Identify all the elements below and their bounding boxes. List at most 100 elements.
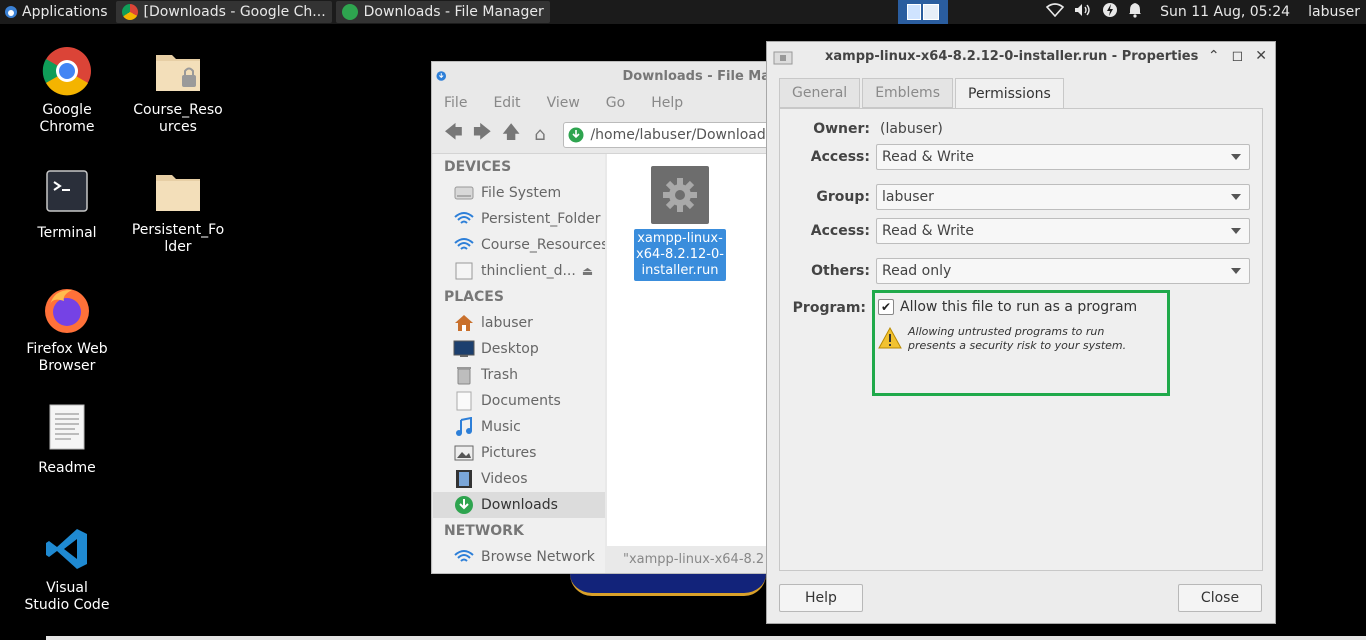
- sidebar-item-videos[interactable]: Videos: [433, 466, 605, 492]
- others-access-dropdown[interactable]: Read only: [876, 258, 1250, 284]
- wifi-icon[interactable]: [1045, 3, 1065, 21]
- user-menu[interactable]: labuser: [1308, 4, 1360, 20]
- properties-dialog[interactable]: xampp-linux-x64-8.2.12-0-installer.run -…: [766, 41, 1276, 624]
- download-icon: [568, 127, 584, 142]
- owner-value: (labuser): [880, 121, 943, 137]
- folder-icon: [153, 166, 203, 216]
- program-exec-checkbox-row[interactable]: ✔ Allow this file to run as a program: [878, 299, 1137, 315]
- applications-menu-button[interactable]: Applications: [0, 0, 112, 24]
- sidebar-item-course-resources[interactable]: Course_Resources: [433, 232, 605, 258]
- sidebar-item-labuser[interactable]: labuser: [433, 310, 605, 336]
- taskbar-item-label: Downloads - File Manager: [363, 4, 544, 20]
- dropdown-arrow-icon: [1231, 268, 1241, 274]
- desktop-icon-readme[interactable]: Readme: [17, 402, 117, 477]
- terminal-icon: [42, 166, 92, 216]
- sidebar-item-pictures[interactable]: Pictures: [433, 440, 605, 466]
- file-view[interactable]: xampp-linux-x64-8.2.12-0-installer.run: [607, 154, 770, 546]
- program-label: Program:: [792, 300, 866, 316]
- menu-bar: File Edit View Go Help: [432, 90, 770, 116]
- pictures-icon: [453, 443, 475, 463]
- warning-icon: [878, 327, 902, 349]
- location-bar[interactable]: /home/labuser/Downloads/: [563, 121, 771, 148]
- system-tray: Sun 11 Aug, 05:24 labuser: [1045, 0, 1366, 24]
- top-panel: Applications [Downloads - Google Ch... D…: [0, 0, 1366, 24]
- close-button[interactable]: Close: [1178, 584, 1262, 612]
- taskbar-item-file-manager[interactable]: Downloads - File Manager: [335, 1, 550, 23]
- owner-access-label: Access:: [810, 149, 870, 165]
- desktop-icon-label: Persistent_Folder: [131, 222, 225, 255]
- tab-general[interactable]: General: [779, 78, 861, 108]
- desktop-icon-label: Firefox Web Browser: [26, 341, 108, 374]
- trash-icon: [453, 365, 475, 385]
- help-button[interactable]: Help: [779, 584, 863, 612]
- sidebar-item-downloads[interactable]: Downloads: [433, 492, 605, 518]
- group-access-dropdown[interactable]: Read & Write: [876, 218, 1250, 244]
- xfce-logo-icon: [5, 6, 17, 18]
- desktop-icon-label: Terminal: [37, 225, 97, 241]
- menu-view[interactable]: View: [547, 95, 580, 111]
- network-share-icon: [453, 235, 475, 255]
- tab-permissions[interactable]: Permissions: [955, 78, 1064, 109]
- warning-line-1: Allowing untrusted programs to run: [908, 325, 1105, 338]
- menu-help[interactable]: Help: [651, 95, 683, 111]
- program-exec-checkbox[interactable]: ✔: [878, 299, 894, 315]
- group-dropdown[interactable]: labuser: [876, 184, 1250, 210]
- volume-icon[interactable]: [1074, 3, 1092, 21]
- chrome-icon: [42, 46, 92, 96]
- sidebar: DEVICES File System Persistent_Folder Co…: [433, 154, 605, 573]
- desktop-icon-firefox[interactable]: Firefox Web Browser: [17, 285, 117, 375]
- tab-bar: General Emblems Permissions: [779, 78, 1066, 109]
- sidebar-item-thinclient-drives[interactable]: thinclient_d... ⏏: [433, 258, 605, 284]
- shade-icon[interactable]: ⌃: [1208, 48, 1220, 64]
- group-label: Group:: [816, 189, 870, 205]
- sidebar-item-file-system[interactable]: File System: [433, 180, 605, 206]
- network-share-icon: [453, 209, 475, 229]
- desktop-icon-terminal[interactable]: Terminal: [17, 166, 117, 242]
- workspace-switcher[interactable]: [898, 0, 948, 24]
- clock[interactable]: Sun 11 Aug, 05:24: [1160, 4, 1290, 20]
- dialog-titlebar[interactable]: xampp-linux-x64-8.2.12-0-installer.run -…: [767, 42, 1275, 72]
- warning-line-2: presents a security risk to your system.: [908, 339, 1127, 352]
- eject-icon[interactable]: ⏏: [582, 264, 593, 278]
- home-icon[interactable]: ⌂: [531, 124, 550, 145]
- up-arrow-icon[interactable]: 🡅: [502, 120, 521, 150]
- menu-file[interactable]: File: [444, 95, 467, 111]
- status-bar: "xampp-linux-x64-8.2: [623, 552, 765, 567]
- sidebar-item-documents[interactable]: Documents: [433, 388, 605, 414]
- desktop-icon-vscode[interactable]: Visual Studio Code: [17, 524, 117, 614]
- folder-locked-icon: [153, 46, 203, 96]
- chrome-icon: [121, 4, 138, 20]
- documents-icon: [453, 391, 475, 411]
- sidebar-item-persistent-folder[interactable]: Persistent_Folder: [433, 206, 605, 232]
- sidebar-item-music[interactable]: Music: [433, 414, 605, 440]
- group-access-label: Access:: [810, 223, 870, 239]
- desktop-icon-course-resources[interactable]: Course_Resources: [128, 46, 228, 136]
- document-icon: [42, 402, 92, 452]
- desktop-icon-persistent-folder[interactable]: Persistent_Folder: [128, 166, 228, 256]
- desktop-icon-google-chrome[interactable]: Google Chrome: [17, 46, 117, 136]
- maximize-icon[interactable]: ◻: [1232, 48, 1244, 64]
- file-manager-window[interactable]: Downloads - File Ma File Edit View Go He…: [431, 61, 771, 574]
- file-manager-titlebar[interactable]: Downloads - File Ma: [432, 62, 770, 90]
- tab-emblems[interactable]: Emblems: [862, 78, 953, 108]
- sidebar-item-desktop[interactable]: Desktop: [433, 336, 605, 362]
- location-path: /home/labuser/Downloads/: [590, 126, 771, 143]
- back-arrow-icon[interactable]: 🡄: [444, 120, 463, 150]
- file-icon: [773, 51, 793, 65]
- taskbar-item-chrome[interactable]: [Downloads - Google Ch...: [115, 1, 332, 23]
- menu-go[interactable]: Go: [606, 95, 625, 111]
- close-icon[interactable]: ✕: [1255, 48, 1267, 64]
- owner-access-dropdown[interactable]: Read & Write: [876, 144, 1250, 170]
- power-icon[interactable]: [1102, 2, 1118, 22]
- menu-edit[interactable]: Edit: [493, 95, 520, 111]
- desktop-icon-label: Google Chrome: [39, 102, 95, 135]
- applications-label: Applications: [22, 4, 108, 20]
- file-item-xampp-installer[interactable]: xampp-linux-x64-8.2.12-0-installer.run: [634, 166, 726, 281]
- sidebar-item-trash[interactable]: Trash: [433, 362, 605, 388]
- security-warning: Allowing untrusted programs to run prese…: [878, 325, 1148, 353]
- executable-gear-icon: [651, 166, 709, 224]
- sidebar-item-browse-network[interactable]: Browse Network: [433, 544, 605, 570]
- forward-arrow-icon[interactable]: 🡆: [473, 120, 492, 150]
- home-folder-icon: [453, 313, 475, 333]
- notification-bell-icon[interactable]: [1128, 2, 1142, 22]
